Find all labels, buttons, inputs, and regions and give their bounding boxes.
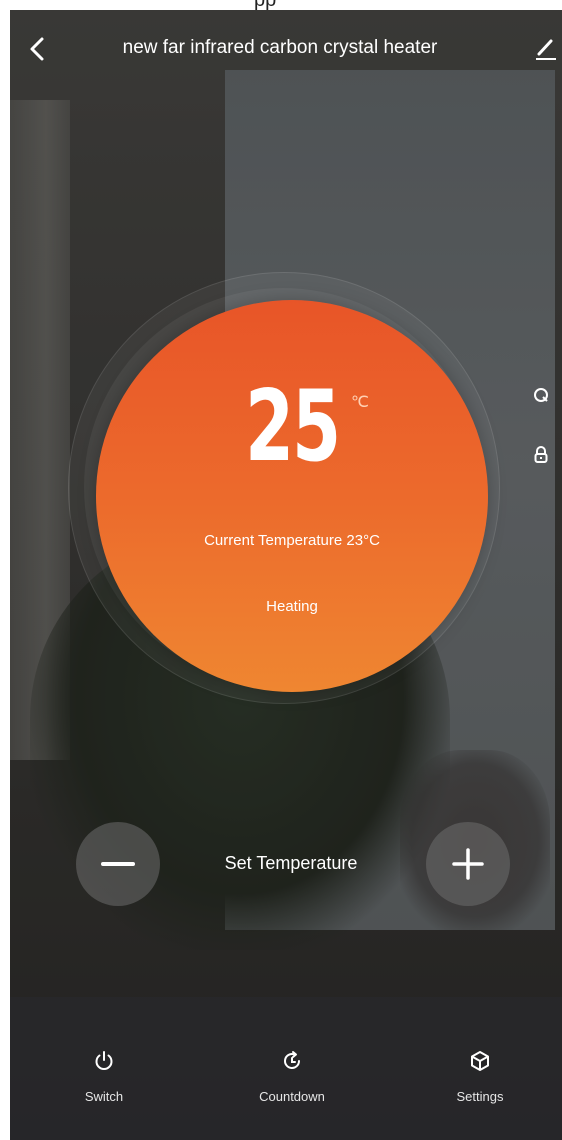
tab-switch-label: Switch	[84, 1089, 124, 1104]
back-button[interactable]	[24, 34, 50, 64]
top-edge: pp	[0, 0, 562, 10]
tab-countdown[interactable]: Countdown	[222, 997, 362, 1140]
power-icon	[95, 1051, 113, 1070]
cube-icon	[471, 1051, 489, 1071]
device-title: new far infrared carbon crystal heater	[122, 37, 438, 58]
top-edge-text: pp	[254, 0, 276, 10]
set-temperature-label: Set Temperature	[224, 853, 358, 873]
temperature-dial: 25 ℃ Current Temperature 23°C Heating	[96, 300, 488, 692]
tab-switch[interactable]: Switch	[34, 997, 174, 1140]
child-lock-button[interactable]	[530, 444, 552, 466]
plus-icon	[452, 848, 484, 880]
setpoint-value: 25	[245, 370, 341, 484]
tab-settings[interactable]: Settings	[410, 997, 550, 1140]
countdown-icon	[284, 1051, 300, 1069]
timer-refresh-icon	[534, 388, 548, 402]
lock-icon	[534, 446, 548, 463]
app-screen: new far infrared carbon crystal heater 2…	[10, 10, 562, 1140]
edit-button[interactable]	[534, 36, 558, 62]
pencil-icon	[536, 39, 556, 60]
chevron-left-icon	[30, 37, 44, 61]
tab-countdown-label: Countdown	[259, 1089, 325, 1104]
header: new far infrared carbon crystal heater	[10, 10, 562, 90]
heating-status: Heating	[266, 598, 318, 615]
current-temperature: Current Temperature 23°C	[204, 532, 380, 549]
minus-icon	[101, 862, 135, 866]
timer-refresh-button[interactable]	[530, 384, 552, 406]
bottom-tab-bar: Switch Countdown Settings	[10, 997, 562, 1140]
decrease-temperature-button[interactable]	[76, 822, 160, 906]
tab-settings-label: Settings	[456, 1089, 504, 1104]
increase-temperature-button[interactable]	[426, 822, 510, 906]
temperature-unit: ℃	[351, 394, 369, 411]
